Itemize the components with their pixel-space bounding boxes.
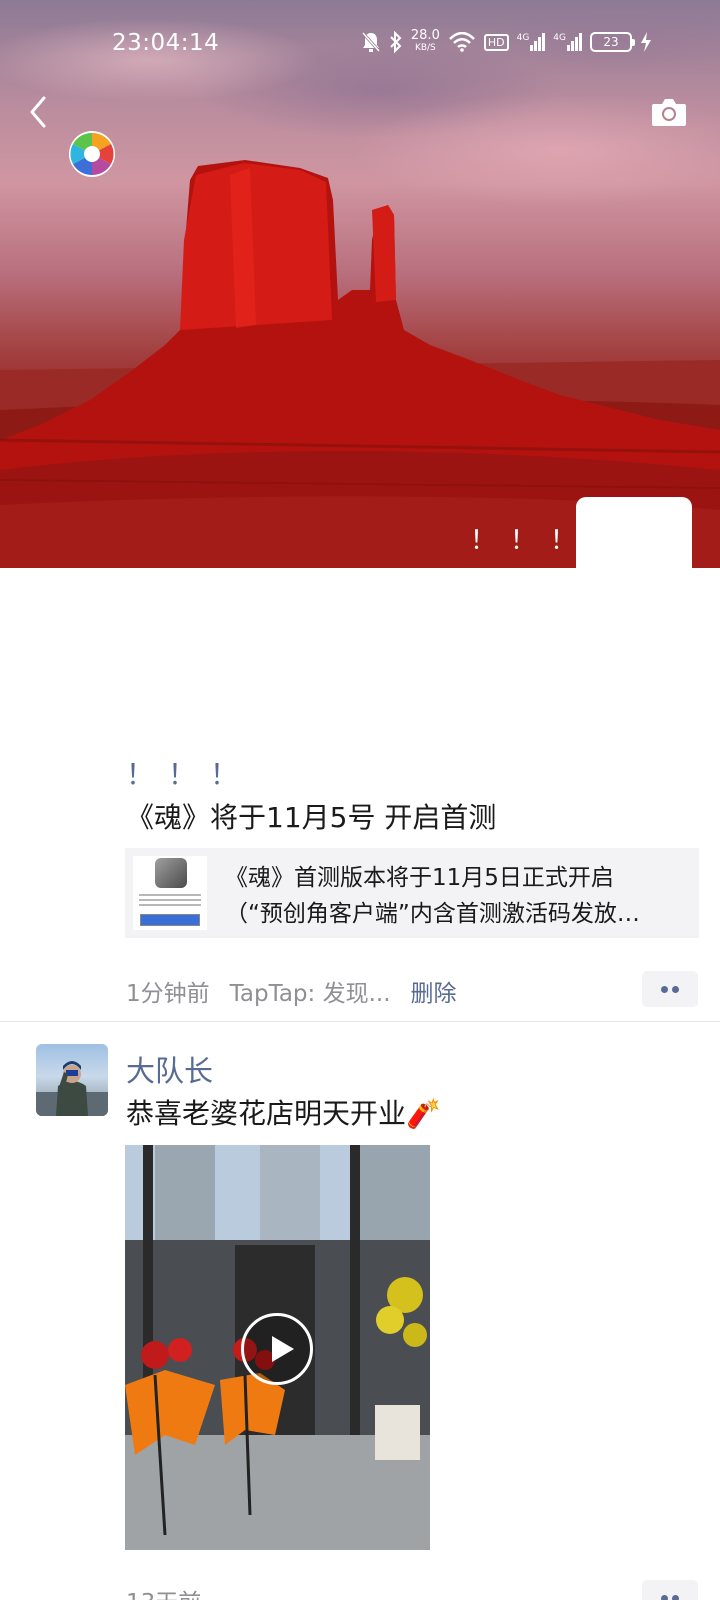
wifi-icon [448, 32, 475, 52]
battery-indicator: 23 [590, 32, 635, 52]
more-actions-button[interactable] [642, 971, 698, 1007]
network-speed: 28.0 KB/S [410, 28, 440, 53]
post-meta: 1分钟前 TapTap: 发现... 删除 [126, 974, 457, 1008]
signal-4g-2: 4G [553, 33, 582, 51]
link-description: 《魂》首测版本将于11月5日正式开启 （“预创角客户端”内含首测激活码发放… [225, 860, 685, 932]
cover-photo[interactable]: 23:04:14 28.0 KB/S HD 4G 4G 23 ！！！ [0, 0, 720, 568]
post-divider [0, 1021, 720, 1022]
post-text: 《魂》将于11月5号 开启首测 [126, 801, 497, 834]
game-app-icon [155, 858, 187, 888]
back-button[interactable] [22, 92, 54, 132]
status-bar: 23:04:14 28.0 KB/S HD 4G 4G 23 [0, 0, 720, 90]
post-author-name[interactable]: 大队长 [126, 1048, 213, 1090]
cover-user-name: ！！！ [470, 526, 591, 556]
avatar-person-image [36, 1061, 108, 1116]
avatar[interactable] [36, 1044, 108, 1116]
delete-button[interactable]: 删除 [411, 974, 457, 1008]
link-thumbnail [133, 856, 207, 930]
aperture-logo-icon[interactable] [68, 130, 116, 178]
post-time: 13天前 [126, 1583, 201, 1600]
link-line-1: 《魂》首测版本将于11月5日正式开启 [225, 865, 614, 891]
post-time: 1分钟前 [126, 981, 210, 1007]
post-text: 恭喜老婆花店明天开业🧨 [126, 1097, 441, 1130]
charging-icon [641, 32, 651, 52]
hd-badge: HD [483, 33, 509, 51]
camera-button[interactable] [650, 96, 688, 128]
my-avatar[interactable] [576, 497, 692, 613]
bluetooth-icon [390, 31, 402, 53]
more-actions-button[interactable] [642, 1580, 698, 1600]
video-thumbnail[interactable] [125, 1145, 430, 1550]
status-time: 23:04:14 [112, 30, 220, 56]
post-author-name[interactable]: ！！！ [126, 753, 252, 793]
mute-bell-icon [361, 32, 381, 52]
play-button[interactable] [241, 1313, 313, 1385]
shared-link-card[interactable]: 《魂》首测版本将于11月5日正式开启 （“预创角客户端”内含首测激活码发放… [125, 848, 699, 938]
link-line-2: （“预创角客户端”内含首测激活码发放… [225, 901, 640, 927]
status-icons: 28.0 KB/S HD 4G 4G 23 [361, 28, 652, 54]
signal-4g-1: 4G [517, 33, 546, 51]
post-source[interactable]: TapTap: 发现... [230, 974, 391, 1008]
